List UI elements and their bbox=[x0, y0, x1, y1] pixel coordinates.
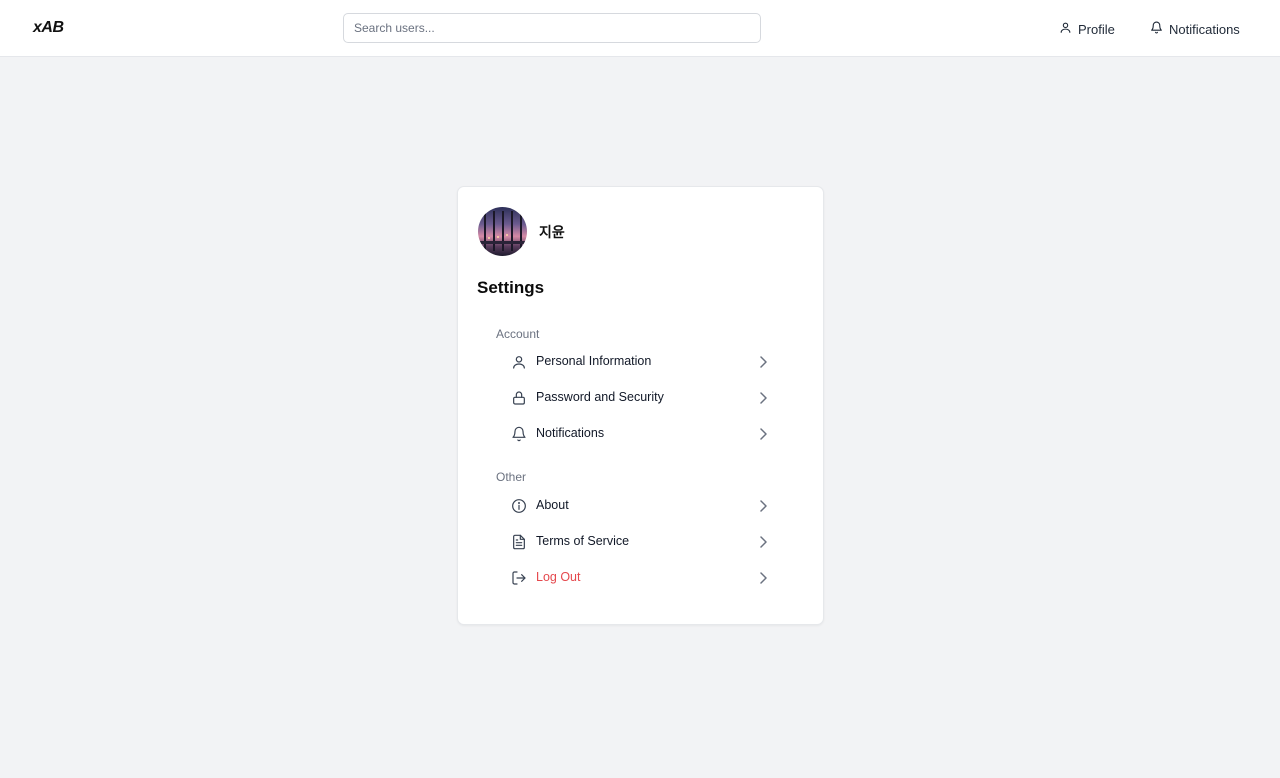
settings-item-password-and-security[interactable]: Password and Security bbox=[496, 380, 786, 416]
user-icon bbox=[510, 353, 527, 370]
document-icon bbox=[510, 533, 527, 550]
settings-item-notifications[interactable]: Notifications bbox=[496, 416, 786, 452]
chevron-right-icon bbox=[757, 571, 769, 585]
lock-icon bbox=[510, 389, 527, 406]
logout-icon bbox=[510, 569, 527, 586]
avatar[interactable] bbox=[478, 207, 527, 256]
chevron-right-icon bbox=[757, 535, 769, 549]
info-icon bbox=[510, 497, 527, 514]
settings-item-terms-of-service[interactable]: Terms of Service bbox=[496, 524, 786, 560]
page-title: Settings bbox=[477, 278, 545, 297]
bell-icon bbox=[510, 425, 527, 442]
settings-item-label: About bbox=[536, 498, 569, 512]
nav-profile-label: Profile bbox=[1078, 21, 1115, 37]
section-label-other: Other bbox=[496, 470, 527, 484]
settings-item-label: Log Out bbox=[536, 570, 581, 584]
settings-item-personal-information[interactable]: Personal Information bbox=[496, 344, 786, 380]
user-icon bbox=[1059, 21, 1072, 37]
profile-username: 지윤 bbox=[539, 224, 565, 240]
nav-notifications-link[interactable]: Notifications bbox=[1150, 20, 1240, 38]
nav-profile-link[interactable]: Profile bbox=[1059, 20, 1115, 38]
app-logo[interactable]: xAB bbox=[33, 19, 64, 37]
chevron-right-icon bbox=[757, 499, 769, 513]
settings-item-about[interactable]: About bbox=[496, 488, 786, 524]
settings-item-log-out[interactable]: Log Out bbox=[496, 560, 786, 596]
settings-item-label: Personal Information bbox=[536, 354, 652, 368]
settings-item-label: Terms of Service bbox=[536, 534, 630, 548]
search-input[interactable] bbox=[343, 13, 761, 43]
bell-icon bbox=[1150, 21, 1163, 37]
settings-item-label: Notifications bbox=[536, 426, 605, 440]
chevron-right-icon bbox=[757, 391, 769, 405]
settings-item-label: Password and Security bbox=[536, 390, 664, 404]
chevron-right-icon bbox=[757, 427, 769, 441]
top-navigation-bar: xAB Profile Notifications bbox=[0, 0, 1280, 57]
settings-card: 지윤 Settings Account Personal Information… bbox=[457, 186, 824, 625]
section-label-account: Account bbox=[496, 327, 540, 341]
nav-notifications-label: Notifications bbox=[1169, 21, 1240, 37]
chevron-right-icon bbox=[757, 355, 769, 369]
